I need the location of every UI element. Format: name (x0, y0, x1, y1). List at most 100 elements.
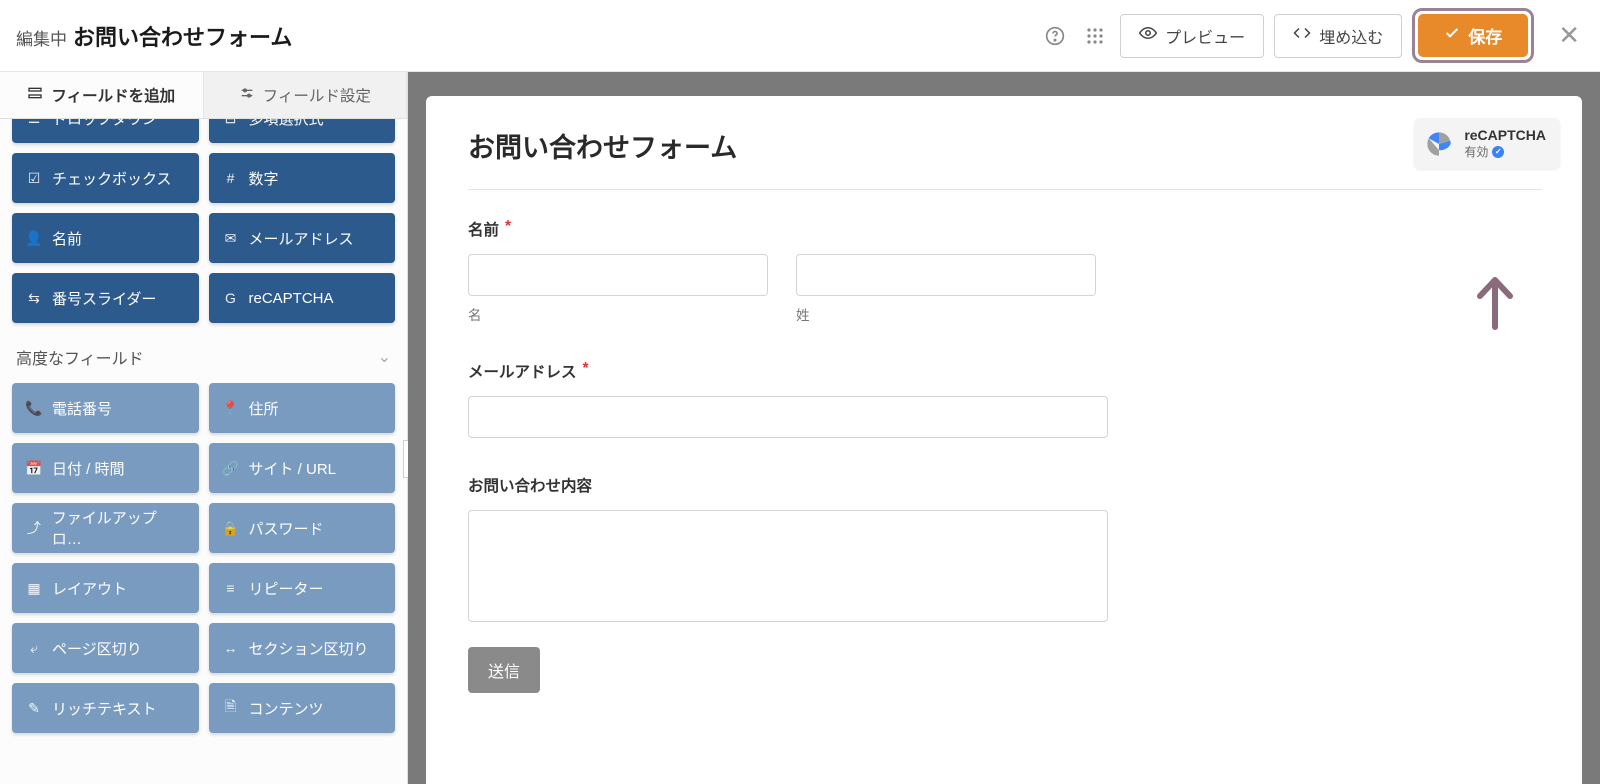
checkbox-icon: ☑ (26, 170, 42, 187)
advanced-fields-header[interactable]: 高度なフィールド ⌄ (12, 323, 395, 383)
last-name-sublabel: 姓 (796, 304, 1096, 324)
list-icon: ☰ (26, 119, 42, 127)
content-icon: 🗎 (223, 696, 239, 720)
help-icon[interactable] (1040, 21, 1070, 51)
page-title: お問い合わせフォーム (73, 20, 292, 52)
form-title: お問い合わせフォーム (468, 126, 1542, 165)
advanced-fields-title: 高度なフィールド (16, 345, 144, 369)
repeater-icon: ≡ (223, 580, 239, 596)
tab-add-fields[interactable]: フィールドを追加 (0, 72, 204, 118)
main-area: フィールドを追加 フィールド設定 ☰ ドロップダウン ⊟多項選択式 ☑ チェックボックス… (0, 72, 1600, 784)
field-card-label: 番号スライダー (52, 288, 156, 309)
recaptcha-status: 有効 (1464, 143, 1488, 160)
field-card-label: ドロップダウン (52, 119, 157, 129)
field-card[interactable]: ✎ リッチテキスト (12, 683, 199, 733)
recaptcha-title: reCAPTCHA (1464, 127, 1546, 143)
last-name-input[interactable] (796, 254, 1096, 296)
field-card-label: リッチテキスト (52, 698, 157, 719)
field-card-label: コンテンツ (249, 698, 324, 719)
form-surface: reCAPTCHA 有効 お問い合わせフォーム 名前 * 名 (426, 96, 1582, 784)
apps-grid-icon[interactable] (1080, 21, 1110, 51)
field-card-label: 電話番号 (52, 398, 112, 419)
lock-icon: 🔒 (223, 520, 239, 537)
field-card[interactable]: 📞 電話番号 (12, 383, 199, 433)
field-card-label: レイアウト (52, 578, 127, 599)
pagebreak-icon: ⤶ (26, 640, 42, 657)
field-card-label: チェックボックス (52, 168, 172, 189)
message-textarea[interactable] (468, 510, 1108, 622)
field-card[interactable]: 👤 名前 (12, 213, 199, 263)
field-card[interactable]: # 数字 (209, 153, 396, 203)
required-mark: * (583, 360, 589, 382)
field-card[interactable]: GreCAPTCHA (209, 273, 396, 323)
field-card[interactable]: ☰ ドロップダウン (12, 119, 199, 143)
field-card-label: 数字 (249, 168, 279, 189)
field-card[interactable]: 📍住所 (209, 383, 396, 433)
field-card-label: 多項選択式 (249, 119, 324, 129)
field-card-label: ファイルアップロ… (52, 507, 185, 549)
field-card[interactable]: 📅日付 / 時間 (12, 443, 199, 493)
eye-icon (1139, 24, 1157, 47)
mail-icon: ✉ (223, 230, 239, 247)
field-card-label: メールアドレス (249, 228, 354, 249)
email-label: メールアドレス * (468, 360, 1542, 382)
embed-button[interactable]: 埋め込む (1274, 14, 1402, 58)
top-bar: 編集中 お問い合わせフォーム プレビュー 埋め込む 保存 (0, 0, 1600, 72)
first-name-sublabel: 名 (468, 304, 768, 324)
google-icon: G (223, 290, 239, 306)
field-card-label: ページ区切り (52, 638, 142, 659)
close-icon[interactable]: ✕ (1558, 20, 1580, 51)
annotation-arrow-icon (1470, 272, 1520, 337)
page-title-wrap: 編集中 お問い合わせフォーム (16, 20, 292, 52)
advanced-fields-grid: 📞 電話番号 📍住所📅日付 / 時間 🔗 サイト / URL ⤴ ファイルアップロ… 🔒パスワ… (12, 383, 395, 733)
field-card-label: サイト / URL (249, 458, 337, 479)
recaptcha-text: reCAPTCHA 有効 (1464, 127, 1546, 160)
field-card[interactable]: 🔒パスワード (209, 503, 396, 553)
field-card[interactable]: ▦ レイアウト (12, 563, 199, 613)
first-name-input[interactable] (468, 254, 768, 296)
phone-icon: 📞 (26, 400, 42, 417)
sectionbreak-icon: ↔ (223, 640, 239, 656)
field-card[interactable]: ✉ メールアドレス (209, 213, 396, 263)
tab-field-settings[interactable]: フィールド設定 (204, 72, 408, 118)
sidebar-tabs: フィールドを追加 フィールド設定 (0, 72, 407, 119)
field-card[interactable]: ↔セクション区切り (209, 623, 396, 673)
field-card[interactable]: ⊟多項選択式 (209, 119, 396, 143)
slider-icon: ⇆ (26, 290, 42, 307)
recaptcha-badge[interactable]: reCAPTCHA 有効 (1414, 118, 1560, 169)
embed-label: 埋め込む (1319, 24, 1383, 48)
check-icon (1444, 25, 1460, 46)
email-input[interactable] (468, 396, 1108, 438)
layout-icon: ▦ (26, 580, 42, 597)
field-card-label: 住所 (249, 398, 279, 419)
recaptcha-icon (1424, 129, 1454, 159)
editing-prefix: 編集中 (16, 25, 67, 50)
sidebar-body: ☰ ドロップダウン ⊟多項選択式 ☑ チェックボックス # 数字 👤 名前 ✉ メールアドレス ⇆ 番号… (0, 119, 407, 745)
field-card[interactable]: ⇆ 番号スライダー (12, 273, 199, 323)
form-divider (468, 189, 1542, 190)
field-card[interactable]: ☑ チェックボックス (12, 153, 199, 203)
field-card[interactable]: ≡リピーター (209, 563, 396, 613)
field-card[interactable]: 🗎 コンテンツ (209, 683, 396, 733)
save-button-highlight: 保存 (1412, 8, 1534, 63)
code-icon (1293, 24, 1311, 47)
user-icon: 👤 (26, 230, 42, 247)
tab-field-settings-label: フィールド設定 (263, 84, 371, 106)
add-field-icon (27, 85, 43, 106)
upload-icon: ⤴ (26, 518, 42, 538)
submit-button[interactable]: 送信 (468, 647, 540, 693)
richtext-icon: ✎ (26, 700, 42, 717)
basic-fields-grid: ☰ ドロップダウン ⊟多項選択式 ☑ チェックボックス # 数字 👤 名前 ✉ メールアドレス ⇆ 番号… (12, 119, 395, 323)
verified-icon (1492, 146, 1504, 158)
field-card-label: 名前 (52, 228, 82, 249)
link-icon: 🔗 (223, 460, 239, 477)
preview-button[interactable]: プレビュー (1120, 14, 1264, 58)
hash-icon: # (223, 170, 239, 186)
message-label: お問い合わせ内容 (468, 474, 1542, 496)
field-card[interactable]: 🔗 サイト / URL (209, 443, 396, 493)
field-card[interactable]: ⤴ ファイルアップロ… (12, 503, 199, 553)
save-label: 保存 (1468, 23, 1502, 48)
save-button[interactable]: 保存 (1418, 14, 1528, 57)
field-card[interactable]: ⤶ ページ区切り (12, 623, 199, 673)
form-canvas: reCAPTCHA 有効 お問い合わせフォーム 名前 * 名 (408, 72, 1600, 784)
